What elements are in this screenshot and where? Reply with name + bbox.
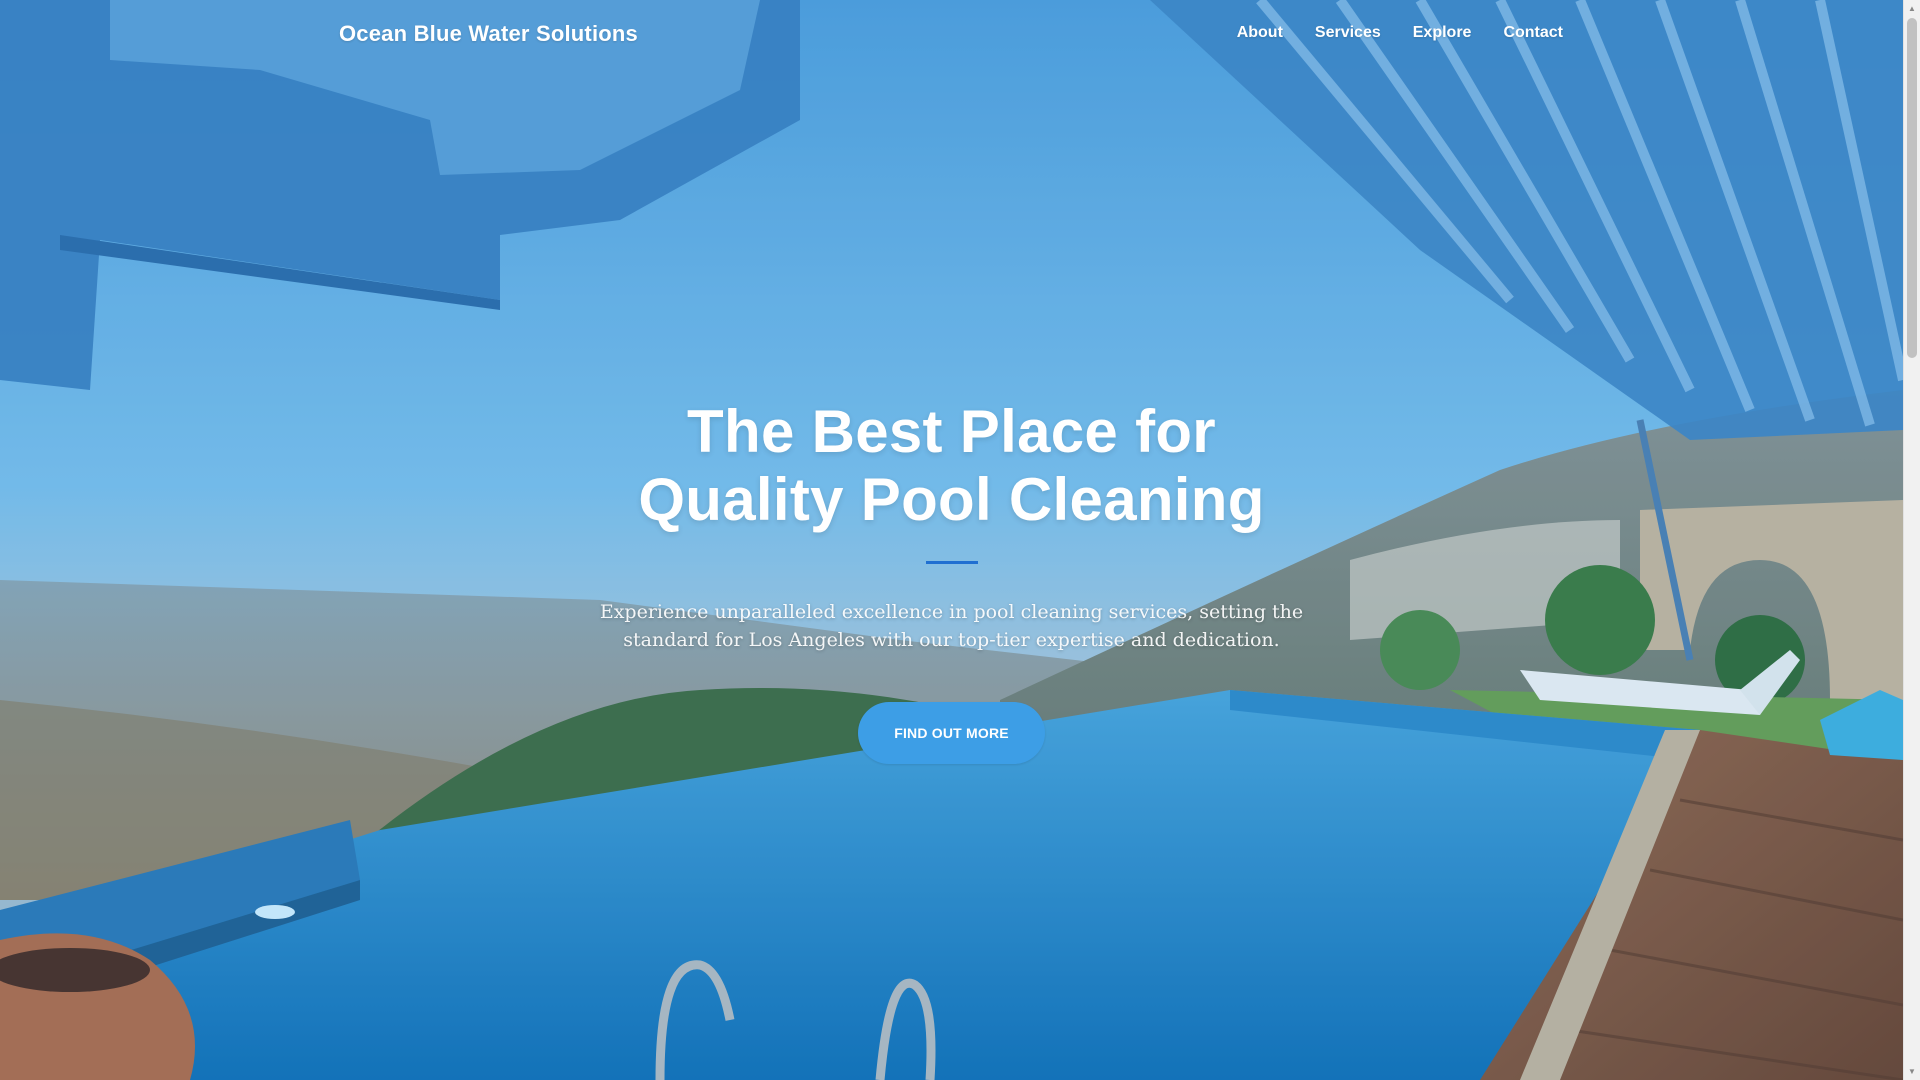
- headline-divider: [925, 561, 978, 564]
- scrollbar-thumb[interactable]: [1907, 18, 1917, 358]
- chevron-up-icon[interactable]: ▲: [1904, 0, 1920, 17]
- hero-headline: The Best Place for Quality Pool Cleaning: [592, 398, 1312, 534]
- page-scrollbar[interactable]: ▲ ▼: [1903, 0, 1920, 1080]
- main-nav: About Services Explore Contact: [1237, 24, 1563, 42]
- nav-link-services[interactable]: Services: [1315, 24, 1381, 42]
- hero-lead-text: Experience unparalleled excellence in po…: [599, 601, 1304, 651]
- chevron-down-icon[interactable]: ▼: [1904, 1063, 1920, 1080]
- hero-section: Ocean Blue Water Solutions About Service…: [0, 0, 1903, 1080]
- find-out-more-button[interactable]: FIND OUT MORE: [858, 702, 1045, 764]
- hero-headline-line-2: Quality Pool Cleaning: [638, 466, 1265, 533]
- nav-link-contact[interactable]: Contact: [1503, 24, 1563, 42]
- nav-link-explore[interactable]: Explore: [1413, 24, 1472, 42]
- hero-headline-line-1: The Best Place for: [687, 398, 1216, 465]
- masthead: The Best Place for Quality Pool Cleaning…: [0, 398, 1903, 764]
- brand-logo-link[interactable]: Ocean Blue Water Solutions: [339, 21, 638, 47]
- nav-link-about[interactable]: About: [1237, 24, 1283, 42]
